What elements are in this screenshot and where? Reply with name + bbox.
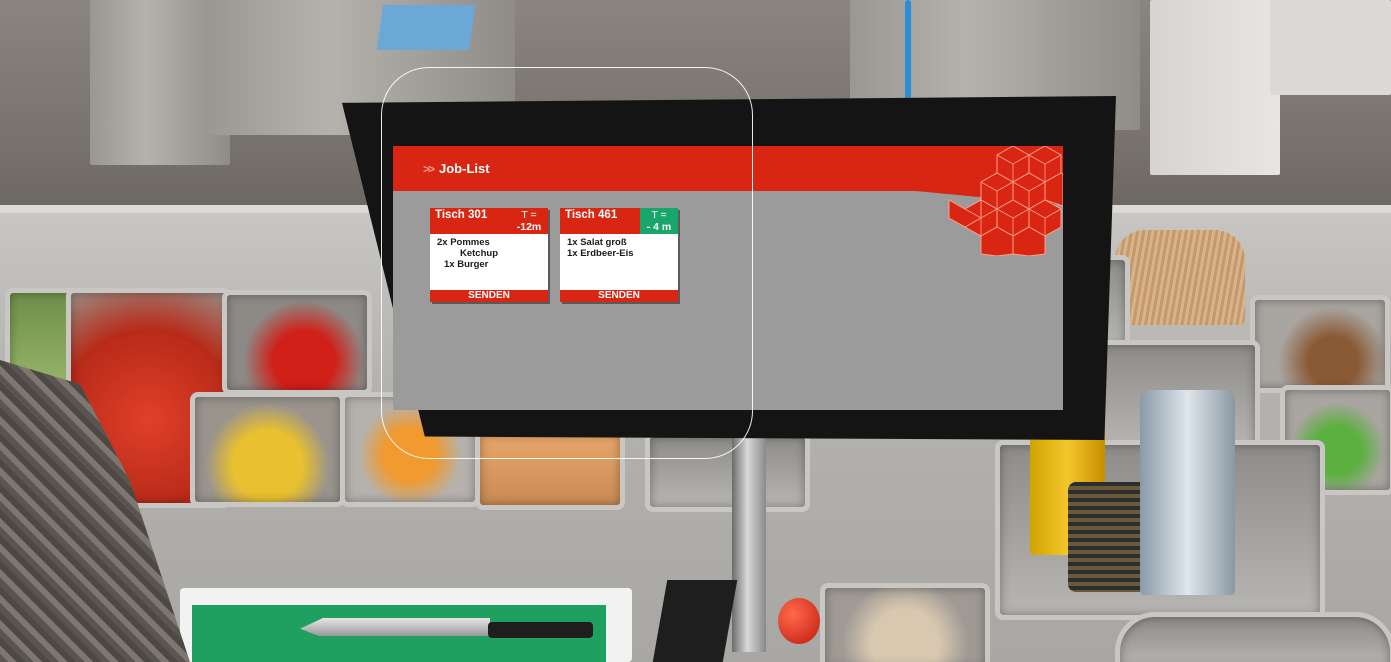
cabinet bbox=[1150, 0, 1280, 175]
black-object bbox=[652, 580, 738, 662]
blue-cloth bbox=[376, 5, 476, 50]
pan-corn bbox=[190, 392, 345, 507]
bowl bbox=[1115, 612, 1391, 662]
cabinet bbox=[1270, 0, 1391, 95]
knife-handle bbox=[488, 622, 593, 638]
pan bbox=[1075, 255, 1130, 350]
pan-chicken bbox=[820, 583, 990, 662]
cabinet bbox=[850, 0, 1140, 130]
pepper-shaker bbox=[1068, 482, 1148, 592]
pan-spice bbox=[1250, 295, 1390, 393]
knife-blade bbox=[300, 618, 490, 636]
cube-pattern-icon bbox=[948, 146, 1063, 256]
monitor-stand-pole bbox=[732, 432, 766, 652]
highlight-outline bbox=[381, 67, 753, 459]
squeeze-bottle bbox=[1140, 390, 1235, 595]
blue-cable bbox=[905, 0, 911, 100]
wooden-skewers bbox=[1115, 230, 1245, 325]
pan-cherry-tomatoes bbox=[222, 290, 372, 395]
tomato bbox=[778, 598, 820, 644]
